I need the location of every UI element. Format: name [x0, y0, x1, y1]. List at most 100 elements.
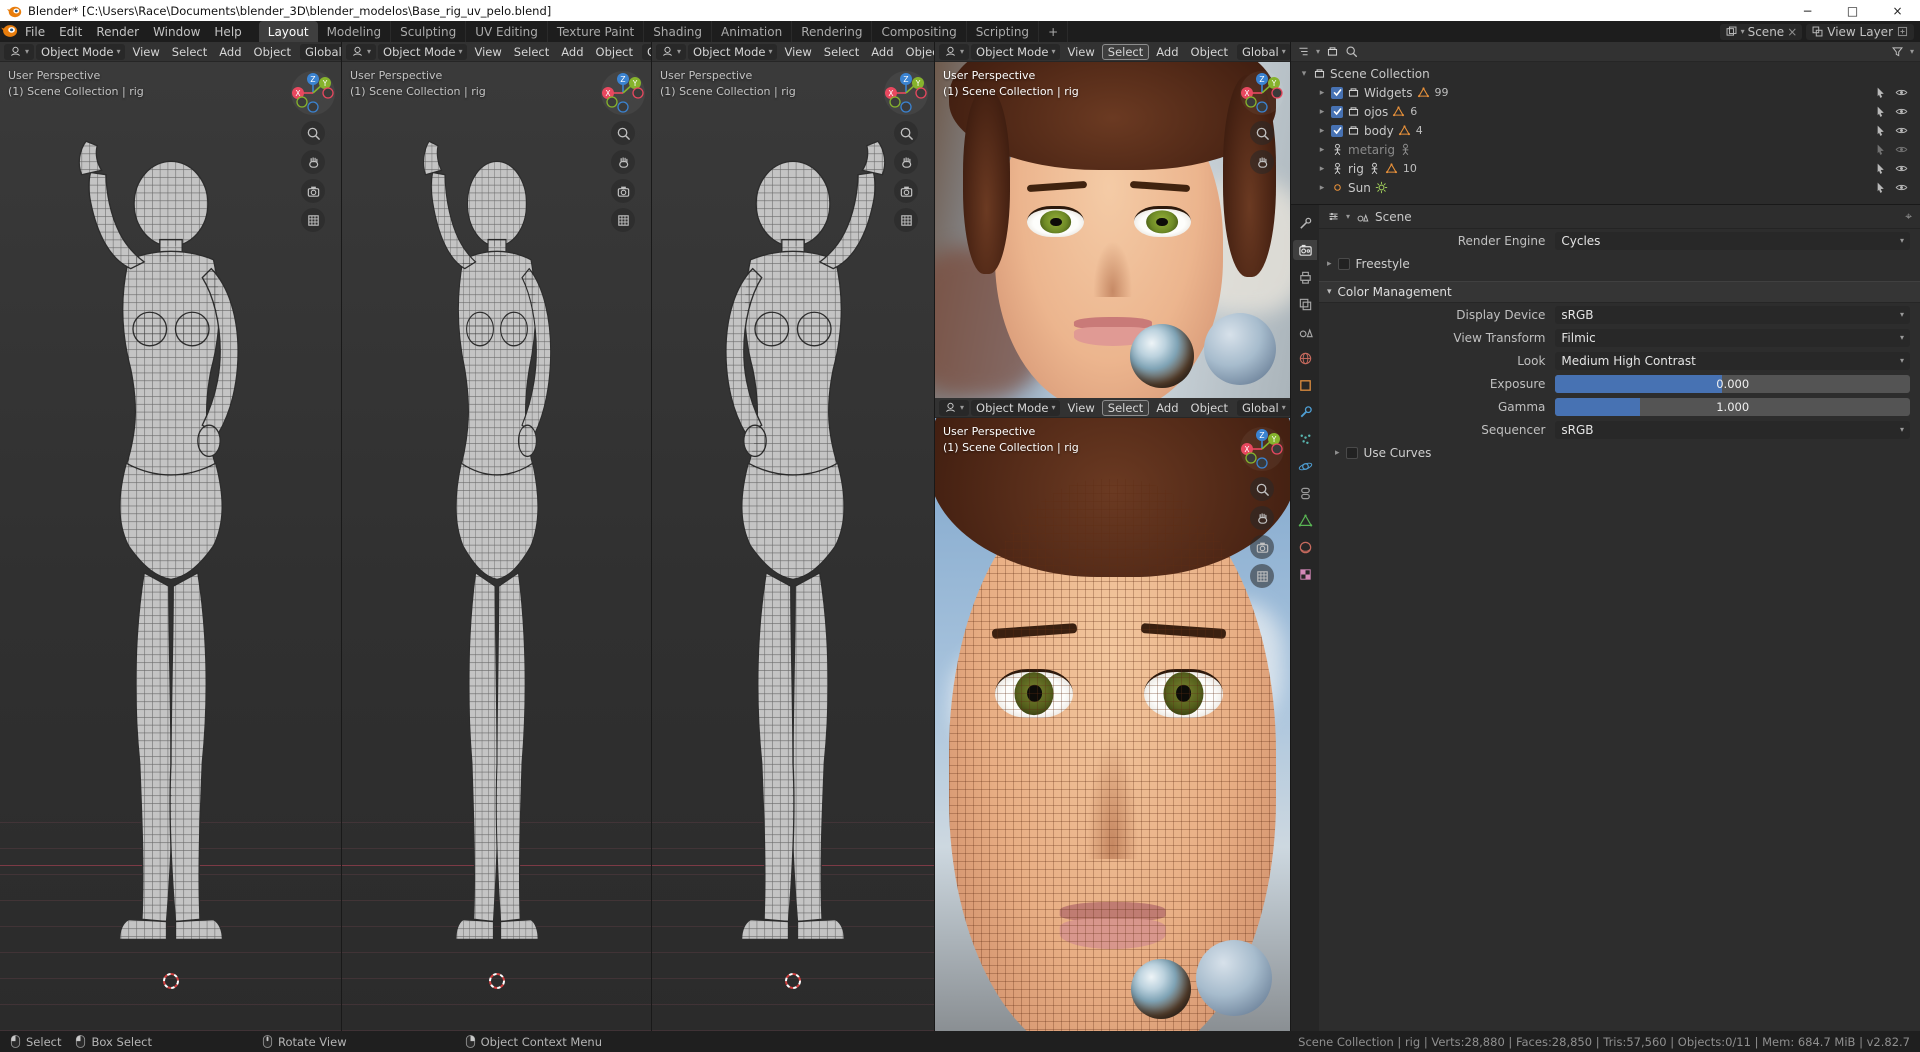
- tab-tool[interactable]: [1293, 213, 1317, 233]
- object-menu[interactable]: Object: [1186, 401, 1233, 415]
- camera-view-icon[interactable]: [301, 179, 325, 203]
- collection-checkbox[interactable]: [1331, 124, 1343, 137]
- tab-object-data[interactable]: [1293, 510, 1317, 530]
- pin-icon[interactable]: ⌖: [1905, 209, 1912, 224]
- view-menu[interactable]: View: [1062, 45, 1099, 59]
- add-menu[interactable]: Add: [214, 45, 246, 59]
- axis-gizmo[interactable]: [883, 70, 929, 116]
- tab-layout[interactable]: Layout: [258, 21, 318, 42]
- expand-icon[interactable]: ▸: [1317, 107, 1327, 117]
- hide-eye-icon[interactable]: [1895, 124, 1908, 137]
- tab-modeling[interactable]: Modeling: [318, 21, 392, 42]
- tab-shading[interactable]: Shading: [644, 21, 712, 42]
- expand-icon[interactable]: ▸: [1317, 164, 1327, 174]
- editor-type-button[interactable]: ▾: [346, 43, 377, 60]
- scene-unlink-icon[interactable]: ×: [1787, 25, 1797, 39]
- menu-render[interactable]: Render: [89, 21, 146, 42]
- blender-menu-icon[interactable]: [0, 22, 18, 41]
- mode-dropdown[interactable]: Object Mode ▾: [971, 399, 1061, 416]
- tab-world[interactable]: [1293, 348, 1317, 368]
- color-management-panel-header[interactable]: ▾ Color Management: [1319, 281, 1920, 303]
- select-menu[interactable]: Select: [509, 45, 554, 59]
- new-view-layer-icon[interactable]: [1896, 25, 1909, 38]
- hide-eye-icon[interactable]: [1895, 162, 1908, 175]
- expand-icon[interactable]: ▾: [1299, 69, 1309, 79]
- editor-type-button[interactable]: ▾: [4, 43, 35, 60]
- tab-rendering[interactable]: Rendering: [792, 21, 873, 42]
- gamma-slider[interactable]: 1.000: [1555, 397, 1910, 416]
- menu-file[interactable]: File: [18, 21, 52, 42]
- view-layer-selector[interactable]: View Layer: [1806, 23, 1914, 40]
- camera-view-icon[interactable]: [1250, 535, 1274, 559]
- tab-constraints[interactable]: [1293, 483, 1317, 503]
- axis-gizmo[interactable]: [290, 70, 336, 116]
- filter-icon[interactable]: [1891, 45, 1904, 58]
- expand-icon[interactable]: ▸: [1335, 448, 1340, 458]
- selectable-icon[interactable]: [1874, 181, 1887, 194]
- viewport-front-canvas[interactable]: User Perspective (1) Scene Collection | …: [652, 62, 934, 1031]
- minimize-button[interactable]: −: [1785, 0, 1830, 21]
- menu-edit[interactable]: Edit: [52, 21, 89, 42]
- tab-texture[interactable]: [1293, 564, 1317, 584]
- collection-checkbox[interactable]: [1331, 105, 1343, 118]
- expand-icon[interactable]: ▸: [1317, 183, 1327, 193]
- editor-type-button[interactable]: ▾: [656, 43, 687, 60]
- search-icon[interactable]: [1345, 45, 1358, 58]
- axis-gizmo[interactable]: [600, 70, 646, 116]
- collection-checkbox[interactable]: [1331, 86, 1343, 99]
- hide-eye-icon[interactable]: [1895, 143, 1908, 156]
- orientation-dropdown[interactable]: Global▾: [300, 43, 341, 60]
- tab-modifiers[interactable]: [1293, 402, 1317, 422]
- tab-object[interactable]: [1293, 375, 1317, 395]
- outliner-row-rig[interactable]: ▸ rig 10: [1291, 159, 1920, 178]
- tab-physics[interactable]: [1293, 456, 1317, 476]
- editor-type-button[interactable]: ▾: [939, 43, 970, 60]
- expand-icon[interactable]: ▸: [1317, 145, 1327, 155]
- tab-compositing[interactable]: Compositing: [872, 21, 967, 42]
- sequencer-dropdown[interactable]: sRGB ▾: [1555, 420, 1910, 439]
- mode-dropdown[interactable]: Object Mode ▾: [971, 43, 1061, 60]
- selectable-icon[interactable]: [1874, 162, 1887, 175]
- view-menu[interactable]: View: [779, 45, 816, 59]
- wireframe-figure[interactable]: [362, 130, 630, 1002]
- object-menu[interactable]: Object: [901, 45, 934, 59]
- viewport-side-canvas[interactable]: User Perspective (1) Scene Collection | …: [342, 62, 651, 1031]
- viewport-render-canvas[interactable]: User Perspective (1) Scene Collection | …: [935, 62, 1290, 398]
- display-mode-icon[interactable]: [1326, 45, 1339, 58]
- wireframe-figure[interactable]: [3, 130, 338, 1002]
- menu-help[interactable]: Help: [207, 21, 248, 42]
- view-menu[interactable]: View: [127, 45, 164, 59]
- orientation-dropdown[interactable]: Global▾: [642, 43, 651, 60]
- ortho-toggle-icon[interactable]: [1250, 564, 1274, 588]
- select-menu[interactable]: Select: [167, 45, 212, 59]
- viewport-wire-canvas[interactable]: User Perspective (1) Scene Collection | …: [935, 418, 1290, 1031]
- orientation-dropdown[interactable]: Global▾: [1237, 399, 1290, 416]
- outliner-editor-icon[interactable]: [1297, 45, 1310, 58]
- zoom-icon[interactable]: [1250, 121, 1274, 145]
- outliner-row-body[interactable]: ▸ body 4: [1291, 121, 1920, 140]
- outliner-row-metarig[interactable]: ▸ metarig: [1291, 140, 1920, 159]
- pan-hand-icon[interactable]: [1250, 506, 1274, 530]
- maximize-button[interactable]: □: [1830, 0, 1875, 21]
- selectable-icon[interactable]: [1874, 86, 1887, 99]
- expand-icon[interactable]: ▸: [1327, 259, 1332, 269]
- object-menu[interactable]: Object: [1186, 45, 1233, 59]
- object-menu[interactable]: Object: [591, 45, 638, 59]
- add-menu[interactable]: Add: [556, 45, 588, 59]
- pan-hand-icon[interactable]: [1250, 150, 1274, 174]
- zoom-icon[interactable]: [611, 121, 635, 145]
- axis-gizmo[interactable]: [1239, 426, 1285, 472]
- close-button[interactable]: ×: [1875, 0, 1920, 21]
- zoom-icon[interactable]: [894, 121, 918, 145]
- ortho-toggle-icon[interactable]: [894, 208, 918, 232]
- selectable-icon[interactable]: [1874, 143, 1887, 156]
- expand-icon[interactable]: ▸: [1317, 126, 1327, 136]
- axis-gizmo[interactable]: [1239, 70, 1285, 116]
- add-menu[interactable]: Add: [866, 45, 898, 59]
- hide-eye-icon[interactable]: [1895, 86, 1908, 99]
- view-menu[interactable]: View: [469, 45, 506, 59]
- tab-render[interactable]: [1293, 240, 1317, 260]
- outliner-row-sun[interactable]: ▸ Sun: [1291, 178, 1920, 197]
- tab-sculpting[interactable]: Sculpting: [391, 21, 467, 42]
- tab-animation[interactable]: Animation: [712, 21, 793, 42]
